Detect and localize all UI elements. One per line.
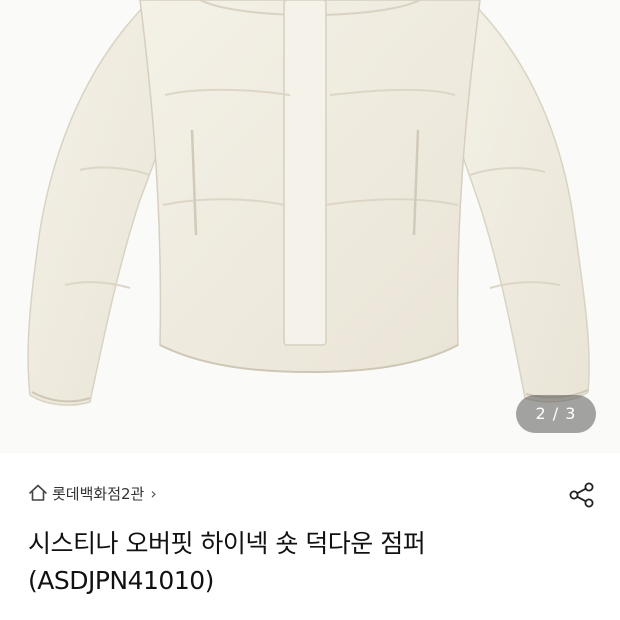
counter-total: 3 [565,404,577,423]
product-title-line-2: (ASDJPN41010) [28,566,214,595]
jacket-illustration [27,0,590,406]
chevron-right-icon: › [150,483,157,503]
home-icon [29,484,47,501]
store-name: 롯데백화점2관 [52,484,145,503]
image-counter[interactable]: 2 / 3 [516,395,596,433]
product-title-line-1: 시스티나 오버핏 하이넥 숏 덕다운 점퍼 [28,529,426,558]
product-title: 시스티나 오버핏 하이넥 숏 덕다운 점퍼 (ASDJPN41010) [28,525,568,599]
share-icon[interactable] [566,479,598,511]
product-image[interactable]: 2 / 3 [0,0,620,453]
counter-separator: / [552,404,560,423]
store-link[interactable]: 롯데백화점2관 › [28,480,157,506]
product-info: 롯데백화점2관 › 시스티나 오버핏 하이넥 숏 덕다운 점퍼 (ASDJPN4… [0,453,620,620]
counter-current: 2 [535,404,547,423]
